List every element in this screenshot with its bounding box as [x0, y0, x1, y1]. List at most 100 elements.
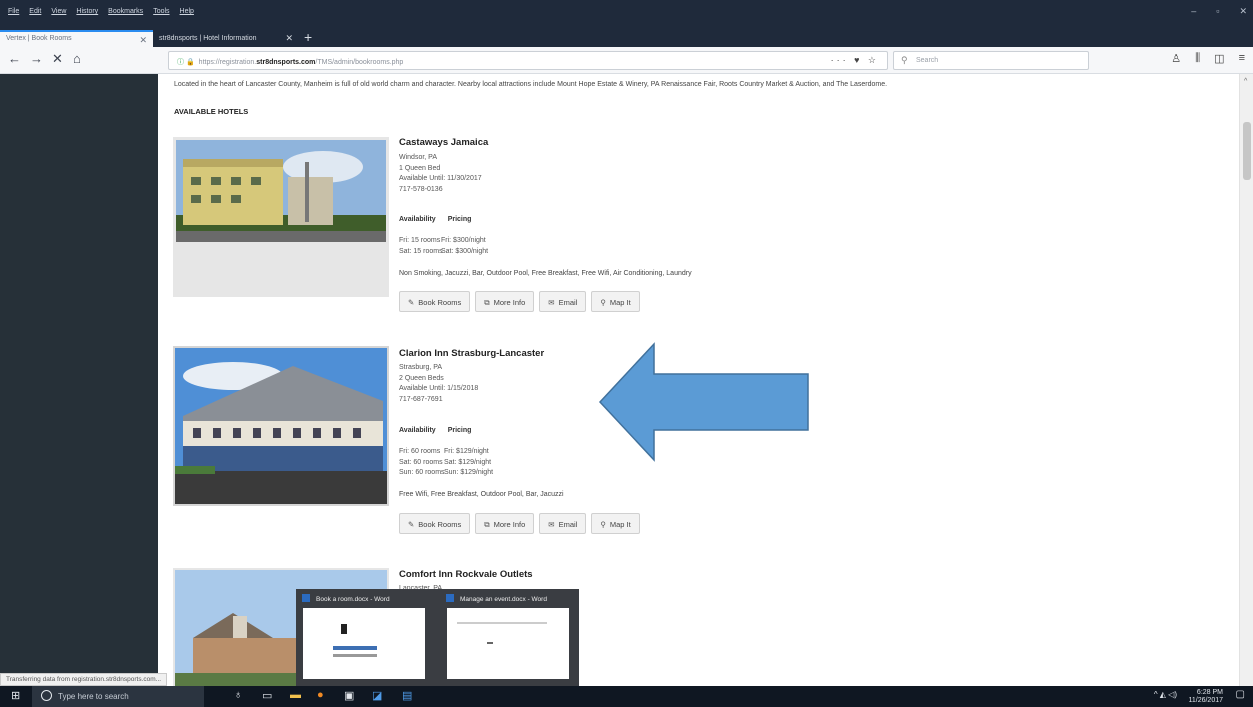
status-bar: Transferring data from registration.str8…	[0, 673, 168, 686]
more-info-button[interactable]: ⧉ More Info	[475, 291, 535, 312]
stop-icon[interactable]: ✕	[52, 51, 63, 67]
store-icon[interactable]: ▣	[344, 689, 354, 702]
menu-bookmarks[interactable]: Bookmarks	[108, 8, 143, 15]
word-window-thumbnail[interactable]: Book a room.docx - Word	[296, 589, 432, 686]
pricing-list: Fri: $300/night Sat: $300/night	[441, 236, 488, 257]
hamburger-menu-icon[interactable]: ≡	[1239, 52, 1245, 65]
menu-history[interactable]: History	[76, 8, 98, 15]
clarion-photo	[173, 346, 389, 506]
availability-pricing-heading: Availability Pricing	[399, 216, 483, 223]
url-bar[interactable]: ⓘ 🔒 https://registration.str8dnsports.com…	[168, 51, 888, 70]
thumbnail-title-text: Book a room.docx - Word	[316, 596, 390, 603]
available-hotels-heading: AVAILABLE HOTELS	[174, 107, 249, 116]
hotel-available-until: Available Until: 1/15/2018	[399, 385, 479, 392]
lock-icon: ⓘ 🔒	[177, 59, 195, 66]
envelope-icon: ✉	[548, 520, 555, 529]
email-button[interactable]: ✉ Email	[539, 513, 587, 534]
availability-label: Availability	[399, 427, 436, 434]
scroll-up-icon[interactable]: ^	[1244, 78, 1247, 85]
hotel-actions: ✎ Book Rooms ⧉ More Info ✉ Email ⚲ Map It	[399, 513, 640, 534]
hotel-city: Windsor, PA	[399, 154, 437, 161]
menu-view[interactable]: View	[51, 8, 66, 15]
availability-list: Fri: 60 rooms Sat: 60 rooms Sun: 60 room…	[399, 447, 445, 479]
pricing-item: Fri: $300/night	[441, 237, 486, 244]
word-taskbar-icon[interactable]: ▤	[402, 689, 412, 702]
book-rooms-button[interactable]: ✎ Book Rooms	[399, 291, 471, 312]
hotel-beds: 1 Queen Bed	[399, 164, 441, 172]
thumbnail-title: Book a room.docx - Word	[302, 594, 390, 603]
amenities: Non Smoking, Jacuzzi, Bar, Outdoor Pool,…	[399, 270, 692, 277]
page-actions-icon[interactable]: ··· ♥ ☆	[831, 55, 879, 66]
menu-tools[interactable]: Tools	[153, 8, 169, 15]
clock-time[interactable]: 6:28 PM	[1188, 689, 1223, 697]
hotel-photo	[173, 137, 389, 297]
tab-label: Vertex | Book Rooms	[6, 35, 72, 42]
clock-date[interactable]: 11/26/2017	[1188, 697, 1223, 705]
hotel-available-until: Available Until: 11/30/2017	[399, 175, 482, 182]
taskbar-search-placeholder: Type here to search	[58, 692, 129, 701]
page-scrollbar[interactable]: ^	[1239, 74, 1253, 686]
taskbar: ⊞ Type here to search ♁ ▭ ▬ ● ▣ ◪ ▤ ^ ◭ …	[0, 686, 1253, 707]
more-info-label: More Info	[493, 520, 526, 529]
account-icon[interactable]: ♙	[1171, 52, 1181, 65]
word-window-thumbnail[interactable]: Manage an event.docx - Word	[440, 589, 576, 686]
hotel-details: Strasburg, PA 2 Queen Beds Available Unt…	[399, 363, 478, 405]
document-preview	[447, 608, 569, 679]
book-rooms-label: Book Rooms	[418, 520, 462, 529]
firefox-icon[interactable]: ●	[317, 689, 324, 701]
microphone-icon[interactable]: ♁	[234, 689, 242, 701]
taskbar-search-input[interactable]: Type here to search	[32, 686, 204, 707]
close-tab-icon[interactable]: ✕	[285, 33, 293, 44]
sidebar-icon[interactable]: ◫	[1214, 52, 1224, 65]
home-icon[interactable]: ⌂	[73, 51, 81, 66]
availability-item: Fri: 60 rooms	[399, 448, 441, 455]
menu-file[interactable]: File	[8, 8, 19, 15]
minimize-button[interactable]: –	[1191, 6, 1196, 17]
hotel-city: Strasburg, PA	[399, 364, 443, 371]
edit-icon: ✎	[408, 298, 415, 307]
pricing-label: Pricing	[447, 216, 472, 223]
file-explorer-icon[interactable]: ▬	[290, 689, 301, 701]
back-icon[interactable]: ←	[8, 51, 21, 66]
windows-start-icon[interactable]: ⊞	[11, 689, 20, 702]
word-icon	[302, 594, 310, 602]
map-it-label: Map It	[609, 520, 631, 529]
email-button[interactable]: ✉ Email	[539, 291, 587, 312]
document-preview	[303, 608, 425, 679]
forward-icon[interactable]: →	[30, 51, 43, 66]
external-link-icon: ⧉	[484, 520, 490, 529]
close-tab-icon[interactable]: ✕	[139, 35, 147, 46]
availability-label: Availability	[399, 216, 436, 223]
menu-edit[interactable]: Edit	[29, 8, 41, 15]
pricing-label: Pricing	[447, 427, 472, 434]
menu-help[interactable]: Help	[180, 8, 194, 15]
tab-hotel-information[interactable]: str8dnsports | Hotel Information ✕	[153, 30, 299, 47]
hotel-phone: 717-687-7691	[399, 395, 443, 403]
task-view-icon[interactable]: ▭	[262, 689, 272, 702]
notifications-icon[interactable]: ▢	[1236, 689, 1245, 700]
close-window-button[interactable]: ✕	[1239, 6, 1247, 17]
new-tab-button[interactable]: +	[304, 29, 312, 45]
pricing-item: Sat: $129/night	[444, 458, 492, 466]
castaways-photo	[173, 137, 389, 297]
scrollbar-thumb[interactable]	[1243, 122, 1251, 180]
search-placeholder: Search	[916, 57, 939, 64]
search-input[interactable]: ⚲ Search	[893, 51, 1089, 70]
hotel-actions: ✎ Book Rooms ⧉ More Info ✉ Email ⚲ Map It	[399, 291, 640, 312]
hotel-name: Comfort Inn Rockvale Outlets	[399, 569, 533, 580]
envelope-icon: ✉	[548, 298, 555, 307]
map-it-button[interactable]: ⚲ Map It	[591, 513, 640, 534]
tray-icons[interactable]: ^ ◭ ◁)	[1154, 691, 1177, 699]
map-marker-icon: ⚲	[600, 298, 606, 307]
map-it-button[interactable]: ⚲ Map It	[591, 291, 640, 312]
more-info-button[interactable]: ⧉ More Info	[475, 513, 535, 534]
system-tray: ^ ◭ ◁) 6:28 PM 11/26/2017	[1154, 689, 1223, 705]
outlook-icon[interactable]: ◪	[372, 689, 382, 702]
library-icon[interactable]: ⫼	[1195, 52, 1200, 65]
amenities: Free Wifi, Free Breakfast, Outdoor Pool,…	[399, 491, 564, 498]
menu-bar: File Edit View History Bookmarks Tools H…	[0, 0, 1253, 27]
cortana-icon	[41, 690, 52, 701]
tab-book-rooms[interactable]: Vertex | Book Rooms ✕	[0, 30, 153, 47]
restore-button[interactable]: ▫	[1216, 6, 1219, 17]
book-rooms-button[interactable]: ✎ Book Rooms	[399, 513, 471, 534]
